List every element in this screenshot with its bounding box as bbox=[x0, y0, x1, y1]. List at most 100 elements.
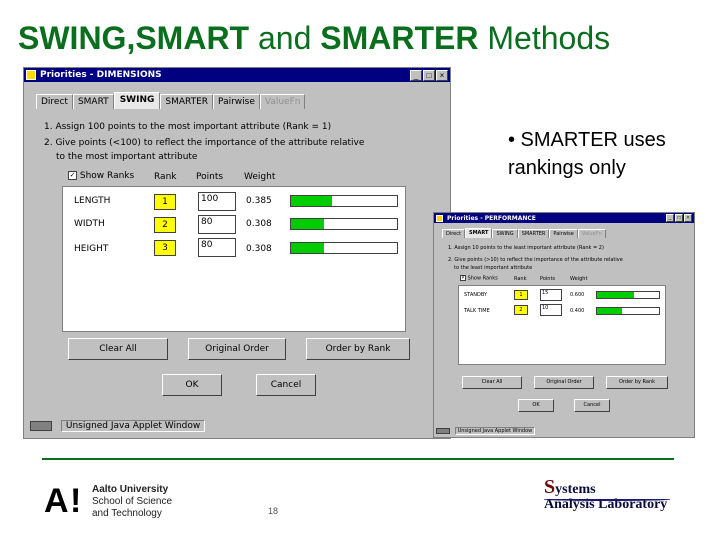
weight-bar bbox=[290, 218, 398, 230]
show-ranks-label: Show Ranks bbox=[467, 275, 498, 282]
tab-valuefn[interactable]: ValueFn bbox=[259, 94, 306, 109]
col-points-header: Points bbox=[540, 276, 556, 282]
maximize-button[interactable]: □ bbox=[675, 214, 683, 222]
title-bold-2: SMARTER bbox=[320, 20, 479, 56]
instruction-2a: 2. Give points (>10) to reflect the impo… bbox=[448, 257, 623, 263]
tab-smarter[interactable]: SMARTER bbox=[160, 94, 214, 109]
instruction-2b: to the most important attribute bbox=[56, 152, 198, 162]
order-by-rank-button[interactable]: Order by Rank bbox=[606, 376, 668, 389]
instruction-2a: 2. Give points (<100) to reflect the imp… bbox=[44, 138, 365, 148]
weight-bar bbox=[596, 307, 660, 315]
warning-icon bbox=[436, 427, 450, 434]
title-mid: and bbox=[249, 20, 321, 56]
points-field[interactable]: 80 bbox=[198, 215, 236, 234]
sal-swoosh-icon bbox=[544, 498, 670, 501]
tab-smart[interactable]: SMART bbox=[72, 94, 114, 109]
maximize-button[interactable]: □ bbox=[423, 69, 435, 81]
applet-status-bar: Unsigned Java Applet Window bbox=[436, 427, 536, 435]
weight-bar-fill bbox=[291, 219, 324, 229]
col-weight-header: Weight bbox=[244, 172, 276, 182]
tab-smarter[interactable]: SMARTER bbox=[517, 229, 550, 238]
second-tabbar: Direct SMART SWING SMARTER Pairwise Valu… bbox=[442, 228, 606, 238]
ok-button[interactable]: OK bbox=[162, 374, 222, 396]
col-weight-header: Weight bbox=[570, 276, 588, 282]
tab-valuefn[interactable]: ValueFn bbox=[577, 229, 606, 238]
points-field[interactable]: 80 bbox=[198, 238, 236, 257]
points-field[interactable]: 100 bbox=[198, 192, 236, 211]
tab-smart[interactable]: SMART bbox=[464, 228, 493, 238]
main-tabbar: Direct SMART SWING SMARTER Pairwise Valu… bbox=[36, 92, 306, 109]
row-attribute: HEIGHT bbox=[74, 244, 109, 254]
page-number: 18 bbox=[268, 506, 279, 516]
tab-pairwise[interactable]: Pairwise bbox=[213, 94, 260, 109]
footer-divider bbox=[42, 458, 674, 460]
rank-field[interactable]: 2 bbox=[154, 217, 176, 233]
show-ranks-checkbox[interactable]: ✓ bbox=[68, 171, 77, 180]
sal-big-letter: S bbox=[544, 476, 556, 498]
slide-title: SWING,SMART and SMARTER Methods bbox=[18, 20, 610, 57]
instruction-1: 1. Assign 100 points to the most importa… bbox=[44, 122, 332, 132]
rank-field[interactable]: 1 bbox=[514, 290, 528, 300]
clear-all-button[interactable]: Clear All bbox=[462, 376, 522, 389]
main-window-title: Priorities - DIMENSIONS bbox=[40, 70, 162, 80]
java-cup-icon bbox=[436, 214, 443, 222]
clear-all-button[interactable]: Clear All bbox=[68, 338, 168, 360]
warning-icon bbox=[30, 420, 52, 431]
weight-value: 0.308 bbox=[246, 219, 272, 229]
weight-bar bbox=[290, 195, 398, 207]
tab-swing[interactable]: SWING bbox=[492, 229, 518, 238]
instruction-2b: to the least important attribute bbox=[454, 265, 533, 271]
close-button[interactable]: × bbox=[436, 69, 448, 81]
ok-button[interactable]: OK bbox=[518, 399, 554, 412]
col-rank-header: Rank bbox=[154, 172, 177, 182]
second-window-title: Priorities - PERFORMANCE bbox=[447, 214, 536, 222]
cancel-button[interactable]: Cancel bbox=[256, 374, 316, 396]
tab-direct[interactable]: Direct bbox=[36, 94, 73, 109]
close-button[interactable]: × bbox=[684, 214, 692, 222]
systems-analysis-laboratory-logo: Systems Analysis Laboratory bbox=[544, 476, 670, 513]
tab-swing[interactable]: SWING bbox=[113, 92, 161, 109]
instruction-1: 1. Assign 10 points to the least importa… bbox=[448, 245, 604, 251]
second-window: Priorities - PERFORMANCE _ □ × Direct SM… bbox=[433, 212, 695, 438]
col-rank-header: Rank bbox=[514, 276, 527, 282]
row-attribute: STANDBY bbox=[464, 292, 488, 298]
points-field[interactable]: 10 bbox=[540, 304, 562, 316]
aalto-university-text: Aalto University School of Science and T… bbox=[92, 484, 172, 520]
weight-bar-fill bbox=[597, 292, 635, 298]
weight-value: 0.308 bbox=[246, 244, 272, 254]
bullet-text: • SMARTER uses rankings only bbox=[508, 129, 666, 179]
original-order-button[interactable]: Original Order bbox=[534, 376, 594, 389]
second-window-titlebar[interactable]: Priorities - PERFORMANCE _ □ × bbox=[434, 213, 694, 223]
sal-line-1: ystems bbox=[555, 482, 596, 497]
aalto-line-2: School of Science bbox=[92, 496, 173, 507]
applet-status-text: Unsigned Java Applet Window bbox=[454, 427, 536, 435]
rank-field[interactable]: 3 bbox=[154, 240, 176, 256]
applet-status-bar: Unsigned Java Applet Window bbox=[30, 420, 206, 432]
order-by-rank-button[interactable]: Order by Rank bbox=[306, 338, 410, 360]
tab-pairwise[interactable]: Pairwise bbox=[549, 229, 578, 238]
rank-field[interactable]: 1 bbox=[154, 194, 176, 210]
col-points-header: Points bbox=[196, 172, 224, 182]
cancel-button[interactable]: Cancel bbox=[574, 399, 610, 412]
row-attribute: LENGTH bbox=[74, 196, 111, 206]
main-window-titlebar[interactable]: Priorities - DIMENSIONS _ □ × bbox=[24, 68, 450, 82]
show-ranks-toggle[interactable]: ✓ Show Ranks bbox=[68, 171, 134, 181]
weight-bar-fill bbox=[291, 196, 332, 206]
tab-direct[interactable]: Direct bbox=[442, 229, 465, 238]
minimize-button[interactable]: _ bbox=[410, 69, 422, 81]
row-attribute: WIDTH bbox=[74, 219, 105, 229]
minimize-button[interactable]: _ bbox=[666, 214, 674, 222]
weight-bar-fill bbox=[597, 308, 622, 314]
rank-field[interactable]: 2 bbox=[514, 305, 528, 315]
show-ranks-checkbox[interactable]: P bbox=[460, 275, 466, 281]
applet-status-text: Unsigned Java Applet Window bbox=[60, 420, 206, 432]
show-ranks-toggle[interactable]: P Show Ranks bbox=[460, 275, 498, 282]
aalto-line-3: and Technology bbox=[92, 508, 162, 519]
weight-bar-fill bbox=[291, 243, 324, 253]
points-field[interactable]: 15 bbox=[540, 289, 562, 301]
original-order-button[interactable]: Original Order bbox=[188, 338, 286, 360]
weight-value: 0.600 bbox=[570, 292, 585, 298]
weight-value: 0.400 bbox=[570, 308, 585, 314]
weight-bar bbox=[596, 291, 660, 299]
weight-bar bbox=[290, 242, 398, 254]
